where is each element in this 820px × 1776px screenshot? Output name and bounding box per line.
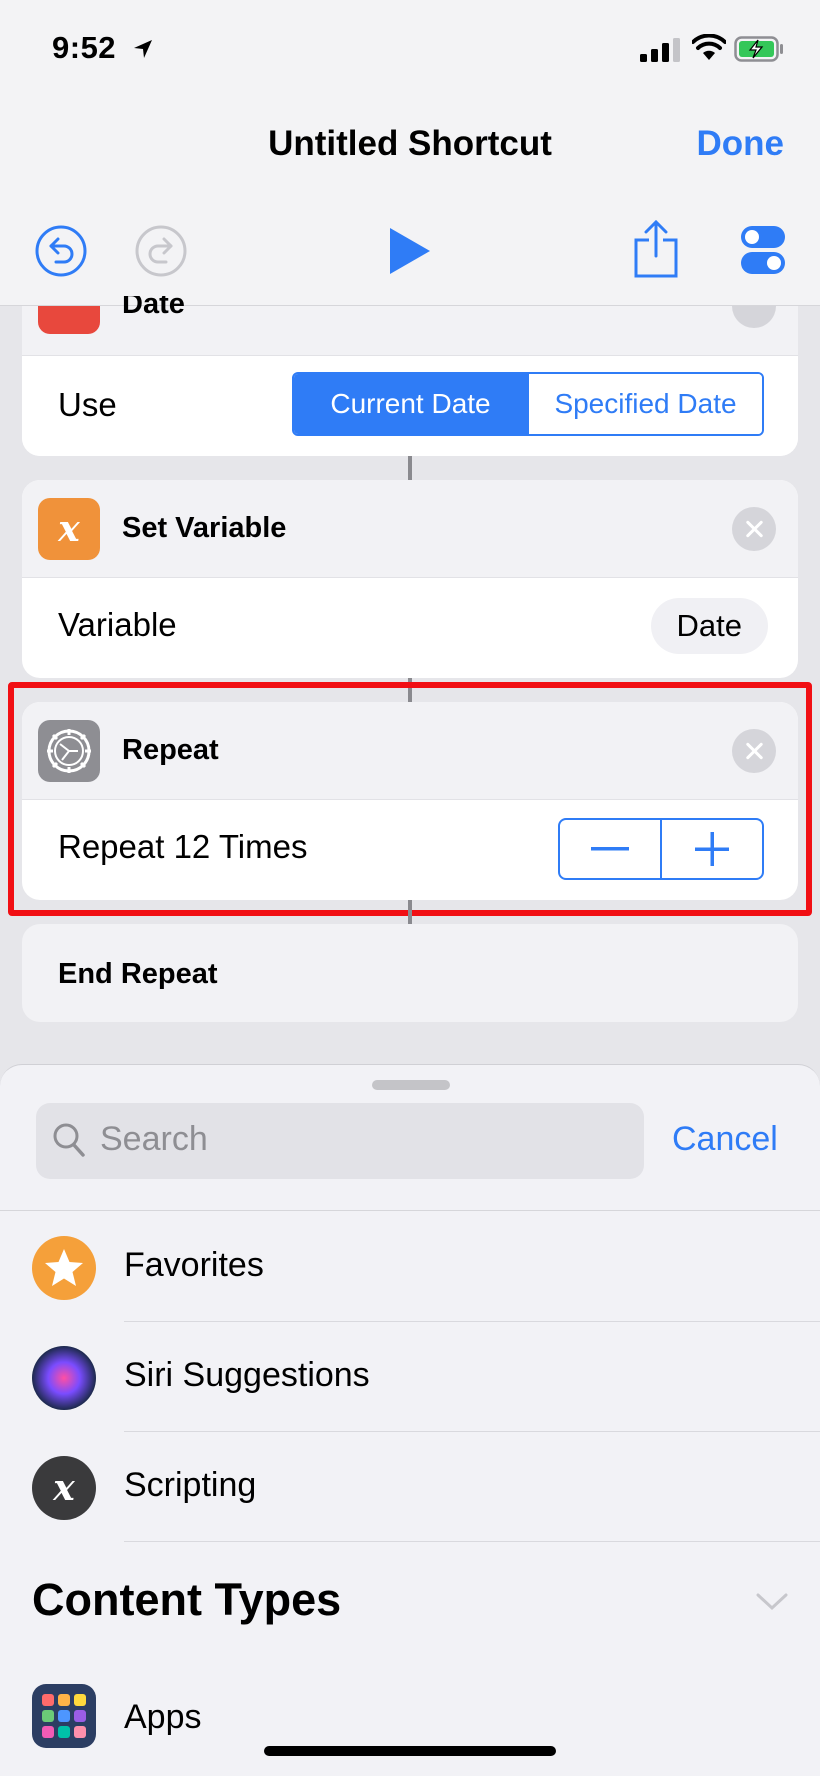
status-time: 9:52: [52, 30, 117, 65]
specified-date-option[interactable]: Specified Date: [527, 374, 762, 434]
list-item-label: Scripting: [124, 1466, 257, 1504]
cancel-button[interactable]: Cancel: [672, 1120, 778, 1159]
list-item-apps[interactable]: Apps: [0, 1664, 820, 1774]
use-label: Use: [58, 386, 117, 423]
highlight-annotation: [8, 682, 812, 916]
star-icon: [32, 1236, 96, 1300]
battery-charging-icon: [734, 36, 783, 62]
wifi-icon: [692, 34, 726, 60]
undo-icon[interactable]: [34, 224, 88, 278]
variable-x-icon: x: [38, 498, 100, 560]
location-arrow-icon: [134, 40, 152, 58]
current-date-option[interactable]: Current Date: [294, 374, 527, 434]
content-types-heading: Content Types: [32, 1574, 342, 1625]
search-icon: [53, 1123, 85, 1157]
set-variable-card[interactable]: x Set Variable Variable Date: [22, 480, 798, 678]
list-item-label: Favorites: [124, 1246, 264, 1284]
list-item-scripting[interactable]: x Scripting: [0, 1432, 820, 1542]
list-item-label: Apps: [124, 1698, 202, 1736]
done-button-overlay[interactable]: Done: [697, 124, 785, 164]
flow-connector: [408, 900, 412, 924]
share-icon[interactable]: [632, 218, 680, 280]
end-repeat-card[interactable]: End Repeat: [22, 924, 798, 1022]
list-item-favorites[interactable]: Favorites: [0, 1212, 820, 1322]
sheet-grabber[interactable]: [372, 1080, 450, 1090]
set-variable-title: Set Variable: [122, 512, 287, 544]
search-placeholder: Search: [100, 1120, 208, 1158]
play-icon[interactable]: [388, 226, 432, 276]
variable-label: Variable: [58, 606, 177, 643]
close-icon[interactable]: [732, 507, 776, 551]
list-item-siri-suggestions[interactable]: Siri Suggestions: [0, 1322, 820, 1432]
cellular-signal-icon: [640, 38, 680, 62]
flow-connector: [408, 456, 412, 480]
apps-icon: [32, 1684, 96, 1748]
divider: [0, 1210, 820, 1211]
variable-name-pill[interactable]: Date: [650, 598, 768, 654]
calendar-icon-strip: [38, 306, 100, 334]
chevron-down-icon[interactable]: [756, 1592, 788, 1612]
date-mode-segmented[interactable]: Current Date Specified Date: [292, 372, 764, 436]
end-repeat-title: End Repeat: [58, 958, 218, 990]
date-action-title-strip: Date: [122, 296, 185, 320]
settings-toggle-icon[interactable]: [740, 224, 786, 276]
list-item-label: Siri Suggestions: [124, 1356, 370, 1394]
redo-icon[interactable]: [134, 224, 188, 278]
home-indicator: [264, 1746, 556, 1756]
scripting-icon: x: [32, 1456, 96, 1520]
siri-icon: [32, 1346, 96, 1410]
